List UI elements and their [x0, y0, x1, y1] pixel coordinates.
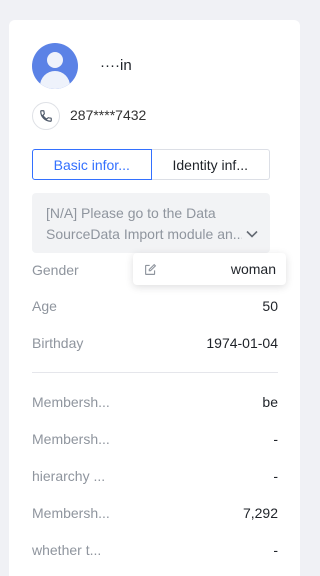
field-label-gender: Gender: [32, 262, 79, 278]
field-label-age: Age: [32, 298, 57, 314]
chevron-down-icon[interactable]: [246, 230, 258, 238]
membership-label: Membersh...: [32, 431, 110, 447]
section-divider: [32, 372, 278, 373]
membership-value: -: [273, 431, 278, 447]
avatar[interactable]: [32, 43, 78, 89]
field-row-birthday: Birthday 1974-01-04: [32, 333, 278, 353]
field-value-birthday: 1974-01-04: [206, 335, 278, 351]
membership-row: Membersh... 7,292: [32, 503, 278, 523]
gender-edit-popover[interactable]: woman: [133, 253, 286, 285]
profile-card: ····in 287****7432 Basic infor... Identi…: [9, 20, 300, 576]
field-value-age: 50: [262, 298, 278, 314]
edit-icon[interactable]: [144, 263, 157, 276]
field-label-birthday: Birthday: [32, 335, 84, 351]
membership-row: whether t... -: [32, 540, 278, 560]
avatar-body: [40, 71, 70, 89]
notice-line-1: [N/A] Please go to the Data: [46, 205, 216, 221]
avatar-head: [47, 52, 63, 68]
membership-label: whether t...: [32, 542, 102, 558]
membership-value: be: [262, 394, 278, 410]
phone-number: 287****7432: [70, 107, 147, 123]
field-row-age: Age 50: [32, 296, 278, 316]
membership-row: Membersh... -: [32, 429, 278, 449]
tab-identity-info[interactable]: Identity inf...: [151, 149, 270, 180]
membership-value: -: [273, 468, 278, 484]
membership-label: Membersh...: [32, 505, 110, 521]
membership-value: -: [273, 542, 278, 558]
data-source-notice[interactable]: [N/A] Please go to the Data SourceData I…: [32, 193, 270, 253]
tab-basic-info[interactable]: Basic infor...: [32, 149, 152, 180]
membership-label: hierarchy ...: [32, 468, 106, 484]
user-name: ····in: [100, 57, 132, 74]
membership-value: 7,292: [242, 505, 278, 521]
membership-label: Membersh...: [32, 394, 110, 410]
gender-popover-value: woman: [230, 261, 276, 277]
phone-icon-button[interactable]: [32, 102, 60, 130]
notice-line-2: SourceData Import module an...: [46, 226, 242, 242]
phone-icon: [40, 110, 52, 122]
info-tabs: Basic infor... Identity inf...: [32, 149, 270, 180]
membership-row: Membersh... be: [32, 392, 278, 412]
membership-row: hierarchy ... -: [32, 466, 278, 486]
